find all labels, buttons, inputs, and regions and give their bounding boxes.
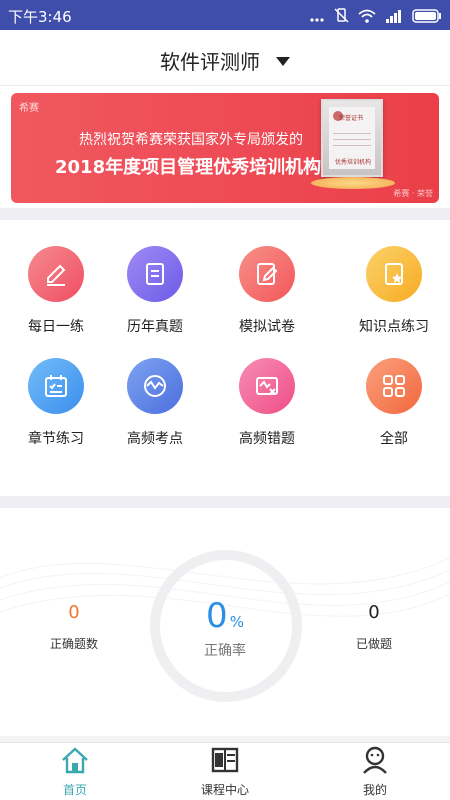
grid-item-frequent-errors[interactable]: 高频错题	[211, 332, 323, 447]
grid-item-label: 高频考点	[127, 431, 183, 447]
vibrate-off-icon	[333, 7, 349, 27]
grid-item-past-exams[interactable]: 历年真题	[99, 220, 211, 335]
tab-mine[interactable]: 我的	[300, 743, 450, 800]
edit-paper-icon	[239, 246, 295, 302]
clipboard-icon	[127, 246, 183, 302]
user-icon	[363, 746, 387, 774]
tab-course-center[interactable]: 课程中心	[150, 743, 300, 800]
banner-headline: 热烈祝贺希赛荣获国家外专局颁发的	[79, 132, 303, 148]
done-count-label: 已做题	[355, 637, 392, 651]
grid-item-daily-practice[interactable]: 每日一练	[0, 220, 112, 335]
tab-home[interactable]: 首页	[0, 743, 150, 800]
tab-label: 我的	[362, 783, 387, 797]
tab-label: 课程中心	[200, 783, 249, 797]
more-dots-icon	[310, 8, 324, 27]
grid-item-label: 高频错题	[239, 431, 295, 447]
grid-item-mock-exam[interactable]: 模拟试卷	[211, 220, 323, 335]
stats-panel: 0% 正确率 0 正确题数 0 已做题	[0, 508, 450, 736]
certificate-image: 荣誉证书 优秀培训机构	[321, 99, 383, 177]
signal-icon	[385, 8, 403, 27]
app-header: 软件评测师	[0, 30, 450, 86]
correct-count-stat: 0 正确题数	[14, 602, 134, 652]
status-icons	[310, 7, 442, 27]
wifi-icon	[358, 8, 376, 27]
banner-corner-text: 希赛 · 荣誉	[393, 189, 433, 198]
tab-label: 首页	[62, 783, 87, 797]
grid-item-label: 章节练习	[28, 431, 84, 447]
done-count: 0	[368, 602, 380, 623]
section-divider	[0, 208, 450, 220]
star-document-icon	[366, 246, 422, 302]
banner-title: 2018年度项目管理优秀培训机构	[55, 157, 322, 178]
correct-count-label: 正确题数	[49, 637, 98, 651]
home-icon	[62, 747, 88, 774]
battery-icon	[412, 8, 442, 27]
grid-item-frequent-points[interactable]: 高频考点	[99, 332, 211, 447]
caret-down-icon[interactable]	[276, 57, 290, 66]
course-book-icon	[211, 747, 239, 773]
correct-count: 0	[68, 602, 80, 623]
grid-item-chapter-practice[interactable]: 章节练习	[0, 332, 112, 447]
banner-area: 希赛 热烈祝贺希赛荣获国家外专局颁发的 2018年度项目管理优秀培训机构 荣誉证…	[0, 86, 450, 208]
grid-item-all[interactable]: 全部	[338, 332, 450, 447]
status-time: 下午3:46	[8, 8, 72, 26]
banner-brand: 希赛	[19, 103, 39, 114]
accuracy-percent-sign: %	[229, 613, 244, 631]
accuracy-number: 0	[206, 596, 228, 636]
grid-item-label: 全部	[380, 431, 408, 447]
grid-apps-icon	[366, 358, 422, 414]
bottom-tab-bar: 首页 课程中心 我的	[0, 742, 450, 800]
grid-item-knowledge-practice[interactable]: 知识点练习	[338, 220, 450, 335]
page-title: 软件评测师	[160, 50, 260, 74]
promo-banner[interactable]: 希赛 热烈祝贺希赛荣获国家外专局颁发的 2018年度项目管理优秀培训机构 荣誉证…	[11, 93, 439, 203]
plaque-caption: 优秀培训机构	[335, 159, 372, 166]
done-count-stat: 0 已做题	[314, 602, 434, 652]
section-divider	[0, 496, 450, 508]
calendar-list-icon	[28, 358, 84, 414]
feature-grid: 每日一练 历年真题 模拟试卷 知识点练习 章节练习 高频考点 高频错题 全部	[0, 220, 450, 496]
plaque-title: 荣誉证书	[339, 115, 364, 122]
trophy-stand	[311, 177, 395, 189]
error-card-icon	[239, 358, 295, 414]
status-bar: 下午3:46	[0, 0, 450, 30]
subject-selector[interactable]: 软件评测师	[0, 46, 450, 75]
wave-check-icon	[127, 358, 183, 414]
pencil-icon	[28, 246, 84, 302]
